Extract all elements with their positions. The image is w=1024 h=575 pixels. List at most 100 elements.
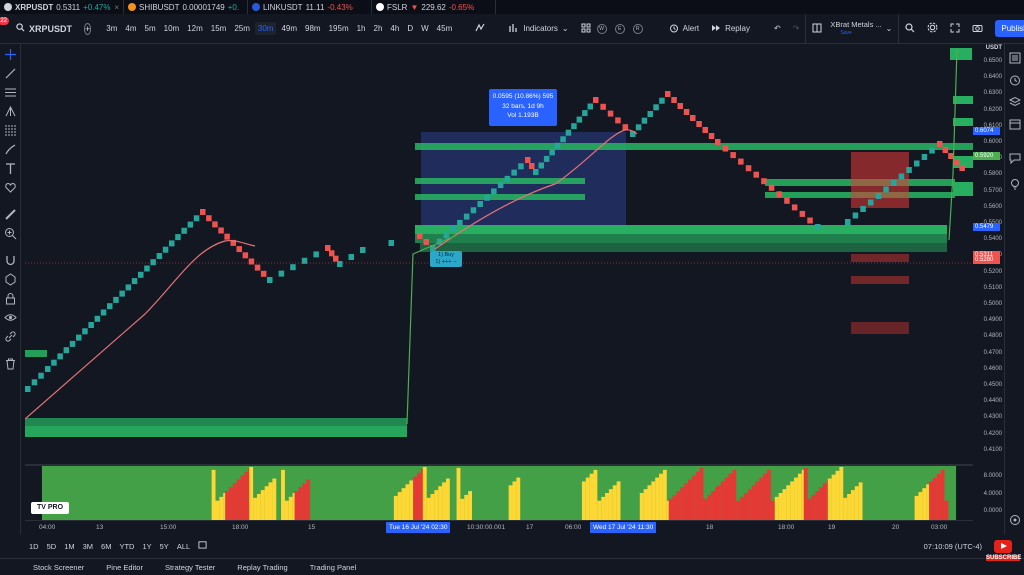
redo-button[interactable]: ↷ — [787, 24, 806, 33]
bottom-panel-tabs: Stock Screener Pine Editor Strategy Test… — [0, 558, 1024, 575]
compare-symbol-button[interactable]: + — [84, 22, 92, 35]
bear-brick — [937, 141, 943, 147]
ticker-tab-4[interactable]: FSLR ▼ 229.62 -0.65% — [372, 0, 496, 14]
timeframe-195m[interactable]: 195m — [326, 22, 352, 35]
range-5y[interactable]: 5Y — [160, 542, 169, 551]
demand-zone — [25, 350, 47, 357]
timeframe-10m[interactable]: 10m — [161, 22, 183, 35]
time-axis[interactable]: 04:00 13 15:00 18:00 15 Tue 16 Jul '24 0… — [25, 520, 973, 534]
range-all[interactable]: ALL — [177, 542, 190, 551]
alarm-clock-icon[interactable] — [1009, 74, 1021, 86]
watchlist-icon[interactable] — [1009, 52, 1021, 64]
symbol-search[interactable]: XRPUSDT — [16, 23, 72, 34]
settings-button[interactable] — [921, 22, 944, 35]
oscillator-bar — [807, 498, 812, 520]
tab-replay-trading[interactable]: Replay Trading — [237, 563, 287, 572]
trend-line-icon[interactable] — [4, 67, 17, 80]
ticker-tab-1[interactable]: XRPUSDT 0.5311 +0.47% × — [0, 0, 124, 14]
indicators-button[interactable]: Indicators ⌄ — [503, 23, 574, 35]
range-1d[interactable]: 1D — [29, 542, 39, 551]
timeframe-45m[interactable]: 45m — [434, 22, 456, 35]
timeframe-3m[interactable]: 3m — [103, 22, 120, 35]
timeframe-98m[interactable]: 98m — [302, 22, 324, 35]
range-6m[interactable]: 6M — [101, 542, 111, 551]
range-5d[interactable]: 5D — [47, 542, 57, 551]
oscillator-bar — [707, 494, 712, 520]
oscillator-bar — [914, 495, 919, 520]
zoom-in-icon[interactable] — [4, 227, 17, 240]
fullscreen-button[interactable] — [944, 23, 966, 35]
bear-brick — [799, 210, 806, 217]
camera-icon — [972, 23, 983, 35]
clock-timezone[interactable]: 07:10:09 (UTC-4) — [924, 542, 982, 551]
lock-drawings-icon[interactable] — [4, 273, 17, 286]
tab-stock-screener[interactable]: Stock Screener — [33, 563, 84, 572]
snapshot-button[interactable] — [966, 23, 989, 35]
timeframe-4h[interactable]: 4h — [387, 22, 402, 35]
timeframe-2h[interactable]: 2h — [371, 22, 386, 35]
date-range-icon[interactable] — [198, 540, 207, 552]
ruler-icon[interactable] — [4, 208, 17, 221]
layout-name: XBrat Metals ... — [830, 19, 882, 29]
ticker-tab-2[interactable]: SHIBUSDT 0.00001749 +0. — [124, 0, 248, 14]
timeframe-W[interactable]: W — [418, 22, 432, 35]
alert-button[interactable]: Alert — [663, 23, 705, 35]
layers-icon[interactable] — [1008, 96, 1022, 108]
symbol-label: XRPUSDT — [29, 23, 73, 34]
template-w-button[interactable]: W — [596, 23, 607, 34]
timeframe-25m[interactable]: 25m — [231, 22, 253, 35]
horizontal-lines-icon[interactable] — [4, 86, 17, 99]
bear-brick — [671, 97, 677, 103]
chart-type-button[interactable] — [469, 23, 491, 35]
replay-button[interactable]: Replay — [705, 23, 756, 35]
magnet-icon[interactable] — [4, 254, 17, 267]
template-e-button[interactable]: E — [614, 23, 625, 34]
template-r-button[interactable]: R — [632, 23, 643, 34]
timeframe-4m[interactable]: 4m — [122, 22, 139, 35]
timeframe-30m[interactable]: 30m — [254, 22, 277, 35]
bear-brick — [212, 221, 218, 228]
range-1m[interactable]: 1M — [64, 542, 74, 551]
timeframe-5m[interactable]: 5m — [142, 22, 159, 35]
help-icon[interactable] — [1009, 514, 1021, 526]
timeframe-12m[interactable]: 12m — [184, 22, 206, 35]
eye-icon[interactable] — [4, 311, 17, 324]
bull-brick — [457, 219, 463, 226]
tab-trading-panel[interactable]: Trading Panel — [310, 563, 356, 572]
crosshair-icon[interactable] — [4, 48, 17, 61]
undo-button[interactable]: ↶ — [768, 24, 787, 33]
trash-icon[interactable] — [4, 357, 17, 370]
link-icon[interactable] — [4, 330, 17, 343]
quick-search-button[interactable] — [899, 22, 921, 35]
oscillator-bar — [659, 473, 663, 520]
subscribe-overlay[interactable]: SUBSCRIBE — [986, 540, 1021, 570]
bull-brick — [150, 259, 156, 266]
ideas-icon[interactable] — [1009, 178, 1021, 190]
heart-icon[interactable] — [4, 181, 17, 194]
oscillator-bar — [786, 485, 791, 520]
range-3m[interactable]: 3M — [83, 542, 93, 551]
timeframe-D[interactable]: D — [404, 22, 416, 35]
range-1y[interactable]: 1Y — [142, 542, 151, 551]
close-icon[interactable]: × — [114, 3, 119, 12]
lock-icon[interactable] — [4, 292, 17, 305]
pitchfork-icon[interactable] — [4, 105, 17, 118]
ticker-tab-3[interactable]: LINKUSDT 11.11 -0.43% — [248, 0, 372, 14]
oscillator-bar — [438, 486, 443, 520]
templates-button[interactable]: W E R — [575, 23, 651, 35]
text-icon[interactable] — [4, 162, 17, 175]
range-ytd[interactable]: YTD — [119, 542, 134, 551]
publish-button[interactable]: Publish — [995, 20, 1024, 37]
calendar-icon[interactable] — [1009, 118, 1021, 130]
fib-retracement-icon[interactable] — [4, 124, 17, 137]
chat-icon[interactable] — [1009, 152, 1021, 165]
timeframe-49m[interactable]: 49m — [278, 22, 300, 35]
price-axis[interactable]: USDT 0.6500 0.6400 0.6300 0.6200 0.6100 0.600… — [973, 44, 1004, 464]
timeframe-15m[interactable]: 15m — [208, 22, 230, 35]
oscillator-pane[interactable] — [25, 464, 973, 520]
brush-icon[interactable] — [4, 143, 17, 156]
timeframe-1h[interactable]: 1h — [354, 22, 369, 35]
layout-menu[interactable]: XBrat Metals ... Save ⌄ — [805, 13, 900, 44]
tab-pine-editor[interactable]: Pine Editor — [106, 563, 143, 572]
tab-strategy-tester[interactable]: Strategy Tester — [165, 563, 215, 572]
